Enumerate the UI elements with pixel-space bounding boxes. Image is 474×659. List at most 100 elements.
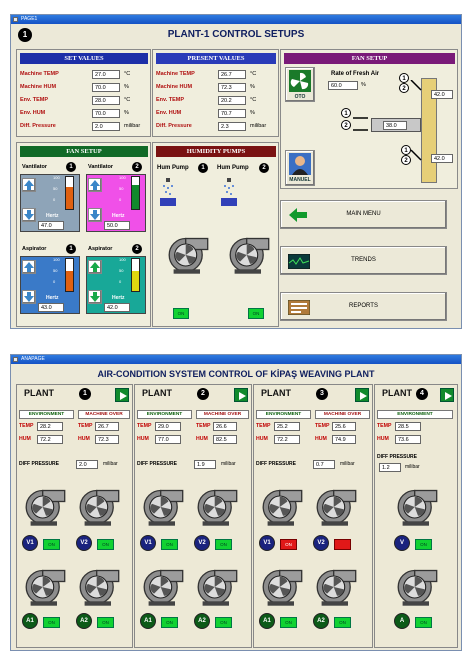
water-spray-icon <box>221 178 237 206</box>
value-row-field[interactable]: 27.0 <box>92 70 120 79</box>
aspirator-status-button[interactable]: ON <box>334 617 351 628</box>
reports-button[interactable]: REPORTS <box>280 292 447 321</box>
fan-speed-down-button[interactable] <box>88 208 102 222</box>
value-row-label: Machine TEMP <box>156 71 195 77</box>
fan-speed-down-button[interactable] <box>88 290 102 304</box>
value-row-unit: % <box>124 84 129 90</box>
temp-label: TEMP <box>256 423 271 429</box>
env-temp-field: 28.2 <box>37 422 63 431</box>
plant-name: PLANT <box>142 388 172 398</box>
value-row-unit: milibar <box>124 123 141 129</box>
ventilator-status-button[interactable]: ON <box>415 539 432 550</box>
aspirator-badge: A1 <box>22 613 38 629</box>
hum-label: HUM <box>256 436 268 442</box>
value-row-field: 72.3 <box>218 83 246 92</box>
plant-open-button[interactable] <box>355 388 369 402</box>
temp-label: TEMP <box>19 423 34 429</box>
main-menu-button[interactable]: MAIN MENU <box>280 200 447 229</box>
manuel-button[interactable]: MANUEL <box>285 150 315 186</box>
milibar-unit: milibar <box>103 461 118 467</box>
fan-hertz-field[interactable]: 42.0 <box>104 303 130 312</box>
fan-speed-gauge <box>65 176 74 210</box>
ventilator-status-button[interactable]: ON <box>161 539 178 550</box>
value-row-unit: °C <box>124 71 131 77</box>
arrow-down-icon <box>24 210 34 220</box>
window-title-bar[interactable]: PAGE1 <box>11 15 461 24</box>
value-row-field[interactable]: 70.0 <box>92 83 120 92</box>
pump-1-fan-icon <box>167 233 211 277</box>
value-row-unit: °C <box>250 97 257 103</box>
diff-pressure-label: DIFF PRESSURE <box>137 461 178 467</box>
hum-pump-2-label: Hum Pump <box>217 165 249 171</box>
set-values-panel: SET VALUES Machine TEMP 27.0 °C Machine HUM… <box>16 49 151 137</box>
value-row-field[interactable]: 2.0 <box>92 122 120 131</box>
plant-open-button[interactable] <box>440 388 454 402</box>
fan-hertz-field[interactable]: 43.0 <box>38 303 64 312</box>
value-row-label: Machine HUM <box>156 84 193 90</box>
aspirator-fan-icon <box>196 565 240 609</box>
aspirator-fan-icon <box>78 565 122 609</box>
environment-header: ENVIRONMENT <box>137 410 192 419</box>
ventilator-status-button[interactable]: ON <box>280 539 297 550</box>
fan-speed-down-button[interactable] <box>22 290 36 304</box>
fan-speed-up-button[interactable] <box>88 178 102 192</box>
aspirator-status-button[interactable]: ON <box>415 617 432 628</box>
damper-1-input[interactable]: 42.0 <box>431 90 453 99</box>
value-row-field: 20.2 <box>218 96 246 105</box>
aspirator-badge: A2 <box>194 613 210 629</box>
plant-open-button[interactable] <box>115 388 129 402</box>
arrow-left-icon <box>289 208 307 222</box>
value-row-field: 26.7 <box>218 70 246 79</box>
gauge-tick-label: 50 <box>119 268 124 273</box>
plant-open-button[interactable] <box>234 388 248 402</box>
fan-speed-up-button[interactable] <box>22 260 36 274</box>
aspirator-status-button[interactable]: ON <box>43 617 60 628</box>
hertz-label: Hertz <box>112 213 125 219</box>
fan-hertz-field[interactable]: 47.0 <box>38 221 64 230</box>
machine-temp-field: 25.6 <box>332 422 356 431</box>
machine-hum-field: 74.9 <box>332 435 356 444</box>
hum-label: HUM <box>196 436 208 442</box>
gauge-tick-label: 100 <box>53 257 60 262</box>
ventilator-badge: V2 <box>194 535 210 551</box>
fan-control-number: 1 <box>66 162 76 172</box>
fan-hertz-field[interactable]: 50.0 <box>104 221 130 230</box>
aspirator-badge: A <box>394 613 410 629</box>
fan-speed-down-button[interactable] <box>22 208 36 222</box>
hum-pump-2-on-button[interactable]: ON <box>248 308 264 319</box>
temp-label: TEMP <box>196 423 211 429</box>
window-icon <box>13 17 18 22</box>
ventilator-badge: V1 <box>140 535 156 551</box>
ventilator-status-button[interactable]: ON <box>43 539 60 550</box>
diff-pressure-field: 2.0 <box>76 460 98 469</box>
plant-number-badge: 4 <box>416 388 428 400</box>
hum-pump-1-on-button[interactable]: ON <box>173 308 189 319</box>
oto-button[interactable]: OTO <box>285 67 315 102</box>
overview-title: AIR-CONDITION SYSTEM CONTROL OF KİPAŞ WE… <box>97 369 375 379</box>
value-row-field[interactable]: 28.0 <box>92 96 120 105</box>
ventilator-status-button[interactable] <box>334 539 351 550</box>
trends-button[interactable]: TRENDS <box>280 246 447 275</box>
hum-label: HUM <box>78 436 90 442</box>
fan-speed-up-button[interactable] <box>88 260 102 274</box>
ventilator-status-button[interactable]: ON <box>215 539 232 550</box>
diff-pressure-field: 0.7 <box>313 460 335 469</box>
aspirator-status-button[interactable]: ON <box>280 617 297 628</box>
fan-speed-gauge-fill <box>66 187 73 209</box>
aspirator-status-button[interactable]: ON <box>97 617 114 628</box>
fan-speed-up-button[interactable] <box>22 178 36 192</box>
aspirator-status-button[interactable]: ON <box>161 617 178 628</box>
hum-label: HUM <box>315 436 327 442</box>
ventilator-status-button[interactable]: ON <box>97 539 114 550</box>
damper-3-input[interactable]: 42.0 <box>431 154 453 163</box>
value-row-field[interactable]: 70.0 <box>92 109 120 118</box>
window-title-bar[interactable]: ANAPAGE <box>11 355 461 364</box>
machine-over-header: MACHINE OVER <box>196 410 249 419</box>
aspirator-fan-icon <box>315 565 359 609</box>
present-values-header: PRESENT VALUES <box>156 53 276 64</box>
main-menu-label: MAIN MENU <box>346 211 381 217</box>
value-row-label: Env. TEMP <box>156 97 185 103</box>
env-temp-field: 28.5 <box>395 422 421 431</box>
temp-label: TEMP <box>137 423 152 429</box>
aspirator-status-button[interactable]: ON <box>215 617 232 628</box>
